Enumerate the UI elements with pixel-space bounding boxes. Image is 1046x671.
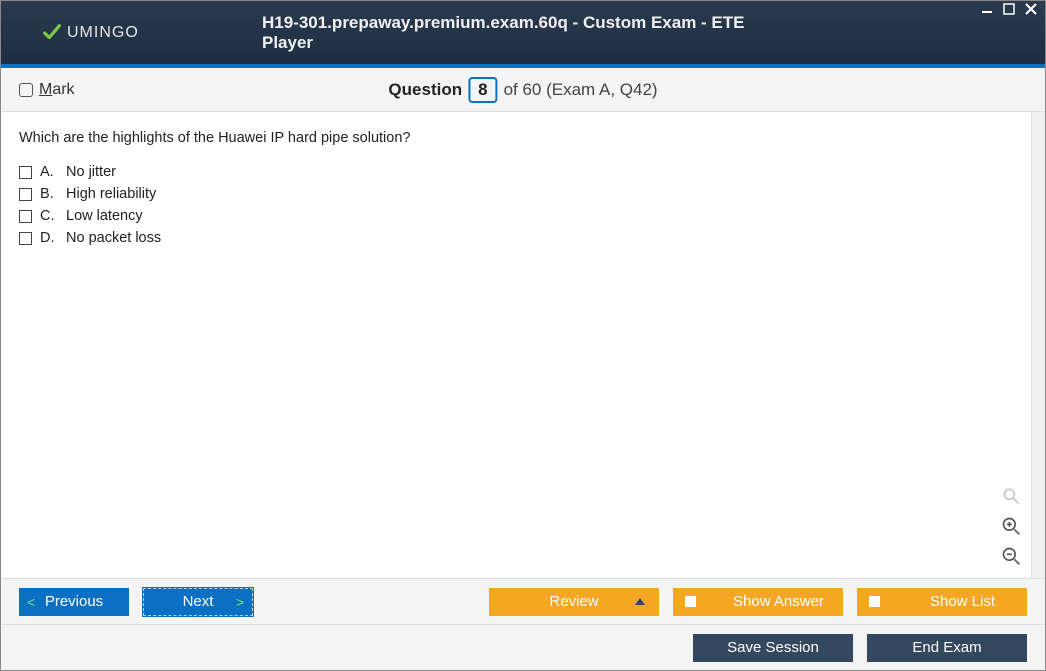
zoom-in-icon[interactable]	[999, 514, 1023, 538]
end-exam-button[interactable]: End Exam	[867, 634, 1027, 662]
question-indicator: Question 8 of 60 (Exam A, Q42)	[388, 77, 657, 103]
next-button[interactable]: Next >	[143, 588, 253, 616]
option-letter: A.	[40, 164, 58, 180]
button-label: Next	[183, 593, 214, 610]
brand-name: UMINGO	[67, 24, 139, 42]
option-letter: B.	[40, 186, 58, 202]
show-answer-button[interactable]: Show Answer	[673, 588, 843, 616]
option-text: No packet loss	[66, 230, 161, 246]
option-b[interactable]: B. High reliability	[19, 186, 1027, 202]
question-text: Which are the highlights of the Huawei I…	[19, 130, 1027, 146]
title-bar: UMINGO H19-301.prepaway.premium.exam.60q…	[1, 1, 1045, 64]
option-d[interactable]: D. No packet loss	[19, 230, 1027, 246]
option-letter: D.	[40, 230, 58, 246]
search-icon[interactable]	[999, 484, 1023, 508]
show-list-button[interactable]: Show List	[857, 588, 1027, 616]
option-a[interactable]: A. No jitter	[19, 164, 1027, 180]
maximize-button[interactable]	[1001, 1, 1017, 17]
info-bar: Mark Question 8 of 60 (Exam A, Q42)	[1, 68, 1045, 112]
button-label: End Exam	[912, 639, 981, 656]
option-text: High reliability	[66, 186, 156, 202]
checkbox-icon	[19, 83, 33, 97]
close-button[interactable]	[1023, 1, 1039, 17]
options-list: A. No jitter B. High reliability C. Low …	[19, 164, 1027, 246]
square-icon	[685, 596, 696, 607]
checkbox-icon	[19, 188, 32, 201]
button-label: Show Answer	[714, 593, 843, 610]
mark-label: Mark	[39, 81, 75, 99]
option-text: No jitter	[66, 164, 116, 180]
checkbox-icon	[19, 210, 32, 223]
chevron-right-icon: >	[236, 594, 244, 610]
brand-logo: UMINGO	[41, 22, 139, 44]
zoom-controls	[999, 484, 1023, 568]
option-c[interactable]: C. Low latency	[19, 208, 1027, 224]
triangle-up-icon	[635, 598, 645, 605]
button-label: Show List	[898, 593, 1027, 610]
checkmark-icon	[41, 22, 63, 44]
app-window: UMINGO H19-301.prepaway.premium.exam.60q…	[0, 0, 1046, 671]
button-label: Review	[549, 593, 598, 610]
checkbox-icon	[19, 232, 32, 245]
button-label: Previous	[45, 593, 103, 610]
question-total: of 60 (Exam A, Q42)	[504, 80, 658, 100]
zoom-out-icon[interactable]	[999, 544, 1023, 568]
mark-toggle[interactable]: Mark	[19, 81, 75, 99]
minimize-button[interactable]	[979, 1, 995, 17]
scrollbar[interactable]	[1031, 112, 1045, 578]
window-title: H19-301.prepaway.premium.exam.60q - Cust…	[262, 13, 784, 53]
square-icon	[869, 596, 880, 607]
session-button-bar: Save Session End Exam	[1, 624, 1045, 670]
question-content: Which are the highlights of the Huawei I…	[1, 112, 1045, 578]
chevron-left-icon: <	[27, 594, 35, 610]
option-text: Low latency	[66, 208, 143, 224]
question-number[interactable]: 8	[468, 77, 497, 103]
review-button[interactable]: Review	[489, 588, 659, 616]
question-word: Question	[388, 80, 462, 100]
window-controls	[979, 1, 1039, 17]
save-session-button[interactable]: Save Session	[693, 634, 853, 662]
option-letter: C.	[40, 208, 58, 224]
nav-button-bar: < Previous Next > Review Show Answer Sho…	[1, 578, 1045, 624]
checkbox-icon	[19, 166, 32, 179]
button-label: Save Session	[727, 639, 819, 656]
previous-button[interactable]: < Previous	[19, 588, 129, 616]
